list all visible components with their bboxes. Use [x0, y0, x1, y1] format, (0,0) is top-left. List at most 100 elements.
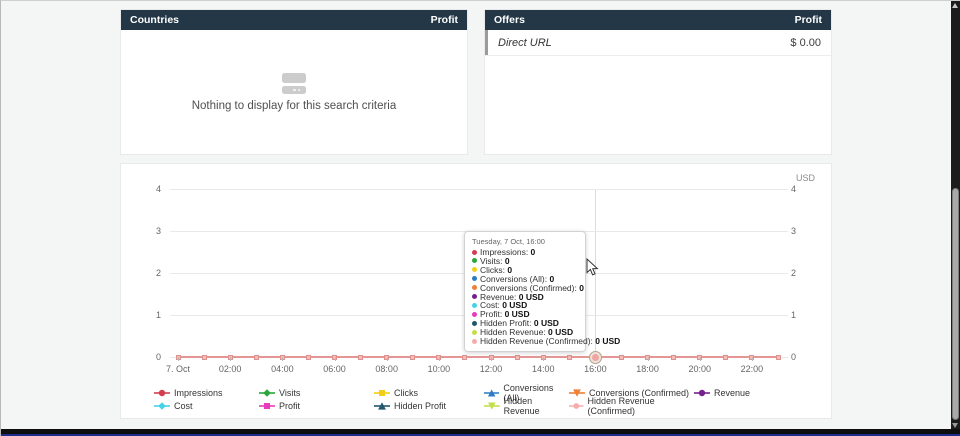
series-line — [178, 356, 778, 358]
vertical-scrollbar[interactable] — [951, 1, 960, 431]
x-axis-tick — [387, 357, 388, 361]
chart-point[interactable] — [358, 355, 363, 360]
x-axis-tick — [282, 357, 283, 361]
x-axis-label: 08:00 — [365, 364, 409, 374]
x-axis-label: 16:00 — [573, 364, 617, 374]
legend-marker-icon — [484, 401, 500, 411]
series-color-dot — [472, 267, 477, 272]
x-axis-tick — [491, 357, 492, 361]
legend-item-profit[interactable]: Profit — [259, 396, 374, 416]
x-axis-label: 20:00 — [678, 364, 722, 374]
x-axis-tick — [648, 357, 649, 361]
offer-name: Direct URL — [498, 37, 552, 49]
x-axis-label: 7. Oct — [156, 364, 200, 374]
legend-item-label: Profit — [279, 401, 300, 411]
offers-profit-column-label: Profit — [795, 14, 822, 26]
legend-item-label: Hidden Revenue — [504, 396, 569, 416]
countries-panel-header: Countries Profit — [121, 10, 467, 30]
legend-marker-icon — [569, 401, 584, 411]
offer-profit-value: $ 0.00 — [790, 37, 821, 49]
series-color-dot — [472, 258, 477, 263]
countries-title: Countries — [130, 14, 179, 26]
countries-empty-state: Nothing to display for this search crite… — [121, 30, 467, 155]
chart-tooltip: Tuesday, 7 Oct, 16:00 Impressions: 0Visi… — [464, 231, 586, 352]
series-color-dot — [472, 285, 477, 290]
y-axis-label-left: 1 — [121, 310, 161, 320]
x-axis-label: 12:00 — [469, 364, 513, 374]
legend-item-cost[interactable]: Cost — [154, 396, 259, 416]
x-axis-tick — [700, 357, 701, 361]
tooltip-series-row: Hidden Revenue (Confirmed): 0 USD — [472, 337, 578, 346]
scrollbar-down-arrow-icon[interactable] — [952, 423, 958, 428]
app-window: Countries Profit Nothing to display for … — [0, 0, 960, 436]
x-axis-tick — [752, 357, 753, 361]
row-scroll-indicator — [485, 30, 488, 55]
x-axis-label: 04:00 — [260, 364, 304, 374]
x-axis-tick — [543, 357, 544, 361]
series-color-dot — [472, 276, 477, 281]
legend-item-hidden-revenue[interactable]: Hidden Revenue — [484, 396, 569, 416]
legend-item-hidden-revenue-confirmed[interactable]: Hidden Revenue (Confirmed) — [569, 396, 694, 416]
legend-marker-icon — [374, 401, 390, 411]
chart-point[interactable] — [202, 355, 207, 360]
chart-point[interactable] — [671, 355, 676, 360]
legend-item-label: Cost — [174, 401, 193, 411]
empty-state-icon — [281, 73, 307, 94]
offers-title: Offers — [494, 14, 525, 26]
chart-point[interactable] — [619, 355, 624, 360]
chart-point[interactable] — [254, 355, 259, 360]
y-axis-label-left: 0 — [121, 352, 161, 362]
chart-point[interactable] — [462, 355, 467, 360]
chart-point[interactable] — [515, 355, 520, 360]
legend-marker-icon — [154, 401, 170, 411]
y-axis-label-left: 3 — [121, 226, 161, 236]
series-color-dot — [472, 339, 477, 344]
series-color-dot — [472, 330, 477, 335]
scrollbar-thumb[interactable] — [952, 188, 959, 420]
x-axis-tick — [335, 357, 336, 361]
legend-item-hidden-profit[interactable]: Hidden Profit — [374, 396, 484, 416]
x-axis-tick — [178, 357, 179, 361]
series-color-dot — [472, 250, 477, 255]
x-axis-tick — [439, 357, 440, 361]
chart-plot-area: USD Tuesday, 7 Oct, 16:00 Impressions: 0… — [121, 164, 831, 418]
table-row[interactable]: Direct URL $ 0.00 — [485, 30, 831, 56]
series-color-dot — [472, 312, 477, 317]
y-axis-label-right: 2 — [791, 268, 815, 278]
y-axis-label-right: 4 — [791, 184, 815, 194]
y-axis-unit-label: USD — [769, 173, 815, 183]
countries-profit-column-label: Profit — [431, 14, 458, 26]
chart-legend-row: Cost Profit Hidden Profit Hidden Revenue Hid… — [154, 396, 821, 416]
legend-item-label: Hidden Profit — [394, 401, 446, 411]
y-axis-label-left: 2 — [121, 268, 161, 278]
chart-point[interactable] — [567, 355, 572, 360]
empty-state-text: Nothing to display for this search crite… — [192, 100, 397, 112]
x-axis-label: 18:00 — [626, 364, 670, 374]
legend-item-label: Hidden Revenue (Confirmed) — [588, 396, 694, 416]
hovered-chart-point[interactable] — [589, 351, 602, 364]
x-axis-label: 06:00 — [313, 364, 357, 374]
y-gridline — [170, 189, 788, 190]
x-axis-label: 22:00 — [730, 364, 774, 374]
chart-point[interactable] — [306, 355, 311, 360]
legend-marker-icon — [259, 401, 275, 411]
series-color-dot — [472, 294, 477, 299]
x-axis-label: 10:00 — [417, 364, 461, 374]
scrollbar-up-arrow-icon[interactable] — [952, 3, 958, 8]
y-axis-label-right: 3 — [791, 226, 815, 236]
tooltip-title: Tuesday, 7 Oct, 16:00 — [472, 237, 578, 246]
series-color-dot — [472, 303, 477, 308]
chart-point[interactable] — [776, 355, 781, 360]
offers-panel: Offers Profit Direct URL $ 0.00 — [484, 9, 832, 155]
x-axis-tick — [230, 357, 231, 361]
series-color-dot — [472, 321, 477, 326]
chart-point[interactable] — [410, 355, 415, 360]
x-axis-label: 14:00 — [521, 364, 565, 374]
y-axis-label-left: 4 — [121, 184, 161, 194]
x-axis-label: 02:00 — [208, 364, 252, 374]
chart-point[interactable] — [723, 355, 728, 360]
y-axis-label-right: 1 — [791, 310, 815, 320]
y-axis-label-right: 0 — [791, 352, 815, 362]
countries-panel: Countries Profit Nothing to display for … — [120, 9, 468, 155]
chart-panel: USD Tuesday, 7 Oct, 16:00 Impressions: 0… — [120, 163, 832, 419]
